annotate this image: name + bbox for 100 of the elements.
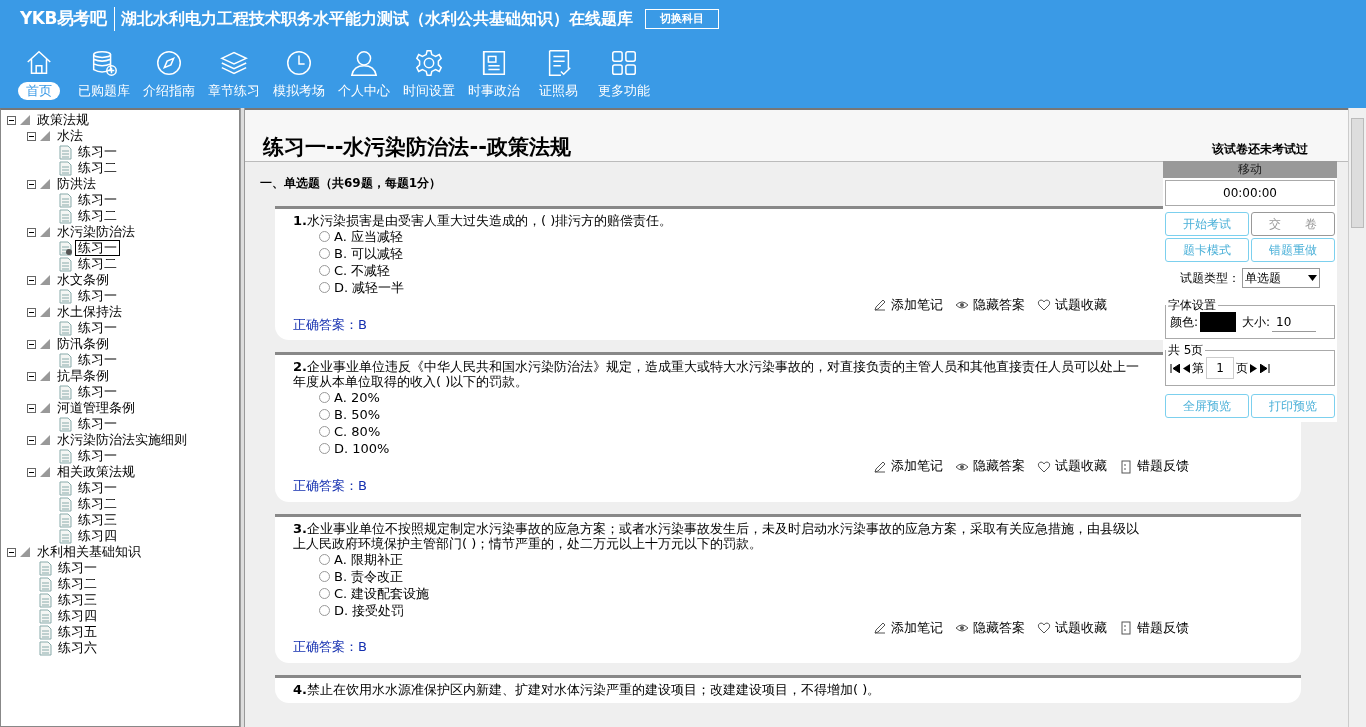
- answer-option[interactable]: C. 建设配套设施: [319, 584, 430, 602]
- collapse-icon[interactable]: [27, 435, 36, 445]
- page-icon: [39, 592, 52, 608]
- tree-folder[interactable]: 防汛条例: [54, 336, 112, 352]
- collapse-icon[interactable]: [27, 467, 36, 477]
- collapse-icon[interactable]: [27, 339, 36, 349]
- font-settings-group: 字体设置 颜色: 大小: 10: [1165, 298, 1335, 339]
- tree-item[interactable]: 练习五: [55, 624, 100, 640]
- question-action[interactable]: 错题反馈: [1119, 618, 1189, 638]
- tree-item[interactable]: 练习一: [75, 352, 120, 368]
- tree-item[interactable]: 练习一: [75, 480, 120, 496]
- question-action[interactable]: 试题收藏: [1037, 296, 1107, 315]
- tree-folder[interactable]: 政策法规: [34, 112, 92, 128]
- folder-triangle-icon: [39, 178, 51, 190]
- collapse-icon[interactable]: [7, 547, 16, 557]
- answer-option[interactable]: D. 100%: [319, 440, 390, 458]
- answer-option[interactable]: C. 不减轻: [319, 262, 391, 279]
- dropdown-caret-icon: [1308, 275, 1317, 281]
- question-text: 1.水污染损害是由受害人重大过失造成的，( )排污方的赔偿责任。: [293, 213, 674, 228]
- tree-item[interactable]: 练习一: [75, 320, 120, 336]
- tree-item[interactable]: 练习一: [55, 560, 100, 576]
- folder-triangle-icon: [39, 370, 51, 382]
- tree-folder[interactable]: 水利相关基础知识: [34, 544, 144, 560]
- tree-folder[interactable]: 水法: [54, 128, 86, 144]
- tree-folder[interactable]: 水污染防治法: [54, 224, 138, 240]
- question-action[interactable]: 错题反馈: [1119, 457, 1189, 476]
- tree-item[interactable]: 练习三: [55, 592, 100, 608]
- collapse-icon[interactable]: [27, 403, 36, 413]
- tree-folder[interactable]: 水污染防治法实施细则: [54, 432, 190, 448]
- question-text: 2.企业事业单位违反《中华人民共和国水污染防治法》规定，造成重大或特大水污染事故的，对直接负责的主管人员和其他直接责任人员可以处上一年度从本单位取得的收入( )以下的罚款。: [293, 359, 1140, 390]
- collapse-icon[interactable]: [27, 307, 36, 317]
- answer-option[interactable]: A. 限期补正: [319, 550, 403, 568]
- question-action[interactable]: 添加笔记: [873, 457, 943, 476]
- collapse-icon[interactable]: [27, 227, 36, 237]
- panel-header[interactable]: 移动: [1163, 161, 1337, 178]
- tree-folder[interactable]: 相关政策法规: [54, 464, 138, 480]
- collapse-icon[interactable]: [27, 131, 36, 141]
- app-title: 湖北水利电力工程技术职务水平能力测试（水利公共基础知识）在线题库: [114, 6, 634, 31]
- question-type-select[interactable]: 单选题: [1242, 268, 1320, 288]
- collapse-icon[interactable]: [27, 371, 36, 381]
- tree-item[interactable]: 练习三: [75, 512, 120, 528]
- section-heading: 一、单选题（共69题，每题1分）: [260, 175, 442, 192]
- tree-item[interactable]: 练习一: [75, 448, 120, 464]
- heart-icon: [1037, 620, 1051, 635]
- question-action[interactable]: 隐藏答案: [955, 618, 1025, 638]
- folder-triangle-icon: [39, 434, 51, 446]
- page-icon: [59, 352, 72, 368]
- color-swatch[interactable]: [1200, 312, 1237, 332]
- answer-option[interactable]: B. 50%: [319, 406, 381, 424]
- tree-item[interactable]: 练习一: [75, 416, 120, 432]
- tree-item[interactable]: 练习二: [75, 496, 120, 512]
- page-icon: [59, 320, 72, 336]
- tree-item[interactable]: 练习二: [55, 576, 100, 592]
- tree-item[interactable]: 练习六: [55, 640, 100, 656]
- question-action[interactable]: 隐藏答案: [955, 296, 1025, 315]
- question-action[interactable]: 添加笔记: [873, 296, 943, 315]
- folder-triangle-icon: [39, 338, 51, 350]
- tree-item[interactable]: 练习一: [75, 144, 120, 160]
- tree-folder[interactable]: 水土保持法: [54, 304, 125, 320]
- tree-item[interactable]: 练习一: [75, 288, 120, 304]
- tree-folder[interactable]: 水文条例: [54, 272, 112, 288]
- tree-folder[interactable]: 防洪法: [54, 176, 99, 192]
- tree-item[interactable]: 练习一: [75, 240, 120, 256]
- page-number-field[interactable]: 1: [1206, 357, 1234, 379]
- field-label: 页: [1236, 360, 1248, 377]
- answer-option[interactable]: A. 20%: [319, 389, 380, 407]
- collapse-icon[interactable]: [7, 115, 16, 125]
- tree-folder[interactable]: 河道管理条例: [54, 400, 138, 416]
- field-label: 第: [1192, 360, 1204, 377]
- next-page-icon: [1250, 363, 1258, 373]
- answer-option[interactable]: D. 接受处罚: [319, 601, 405, 619]
- collapse-icon[interactable]: [27, 179, 36, 189]
- tree-folder[interactable]: 抗旱条例: [54, 368, 112, 384]
- answer-option[interactable]: C. 80%: [319, 423, 381, 441]
- answer-option[interactable]: B. 可以减轻: [319, 245, 404, 262]
- question-action[interactable]: 试题收藏: [1037, 457, 1107, 476]
- question-action[interactable]: 隐藏答案: [955, 457, 1025, 476]
- page-icon: [39, 624, 52, 640]
- tree-item[interactable]: 练习一: [75, 192, 120, 208]
- question-action[interactable]: 试题收藏: [1037, 618, 1107, 638]
- folder-triangle-icon: [39, 274, 51, 286]
- tree-item[interactable]: 练习四: [55, 608, 100, 624]
- tree-item[interactable]: 练习二: [75, 160, 120, 176]
- location-page-icon: [59, 240, 72, 256]
- tree-item[interactable]: 练习一: [75, 384, 120, 400]
- tree-item[interactable]: 练习二: [75, 256, 120, 272]
- tree-item[interactable]: 练习四: [75, 528, 120, 544]
- page-icon: [59, 208, 72, 224]
- answer-option[interactable]: B. 责令改正: [319, 567, 404, 585]
- document-icon: [1119, 459, 1133, 474]
- folder-triangle-icon: [39, 226, 51, 238]
- heart-icon: [1037, 459, 1051, 474]
- question-action[interactable]: 添加笔记: [873, 618, 943, 638]
- scrollbar[interactable]: [1348, 108, 1366, 727]
- answer-option[interactable]: A. 应当减轻: [319, 228, 403, 245]
- field-label: 试题类型：: [1180, 270, 1240, 287]
- collapse-icon[interactable]: [27, 275, 36, 285]
- timer: 00:00:00: [1165, 180, 1335, 206]
- tree-item[interactable]: 练习二: [75, 208, 120, 224]
- answer-option[interactable]: D. 减轻一半: [319, 279, 405, 296]
